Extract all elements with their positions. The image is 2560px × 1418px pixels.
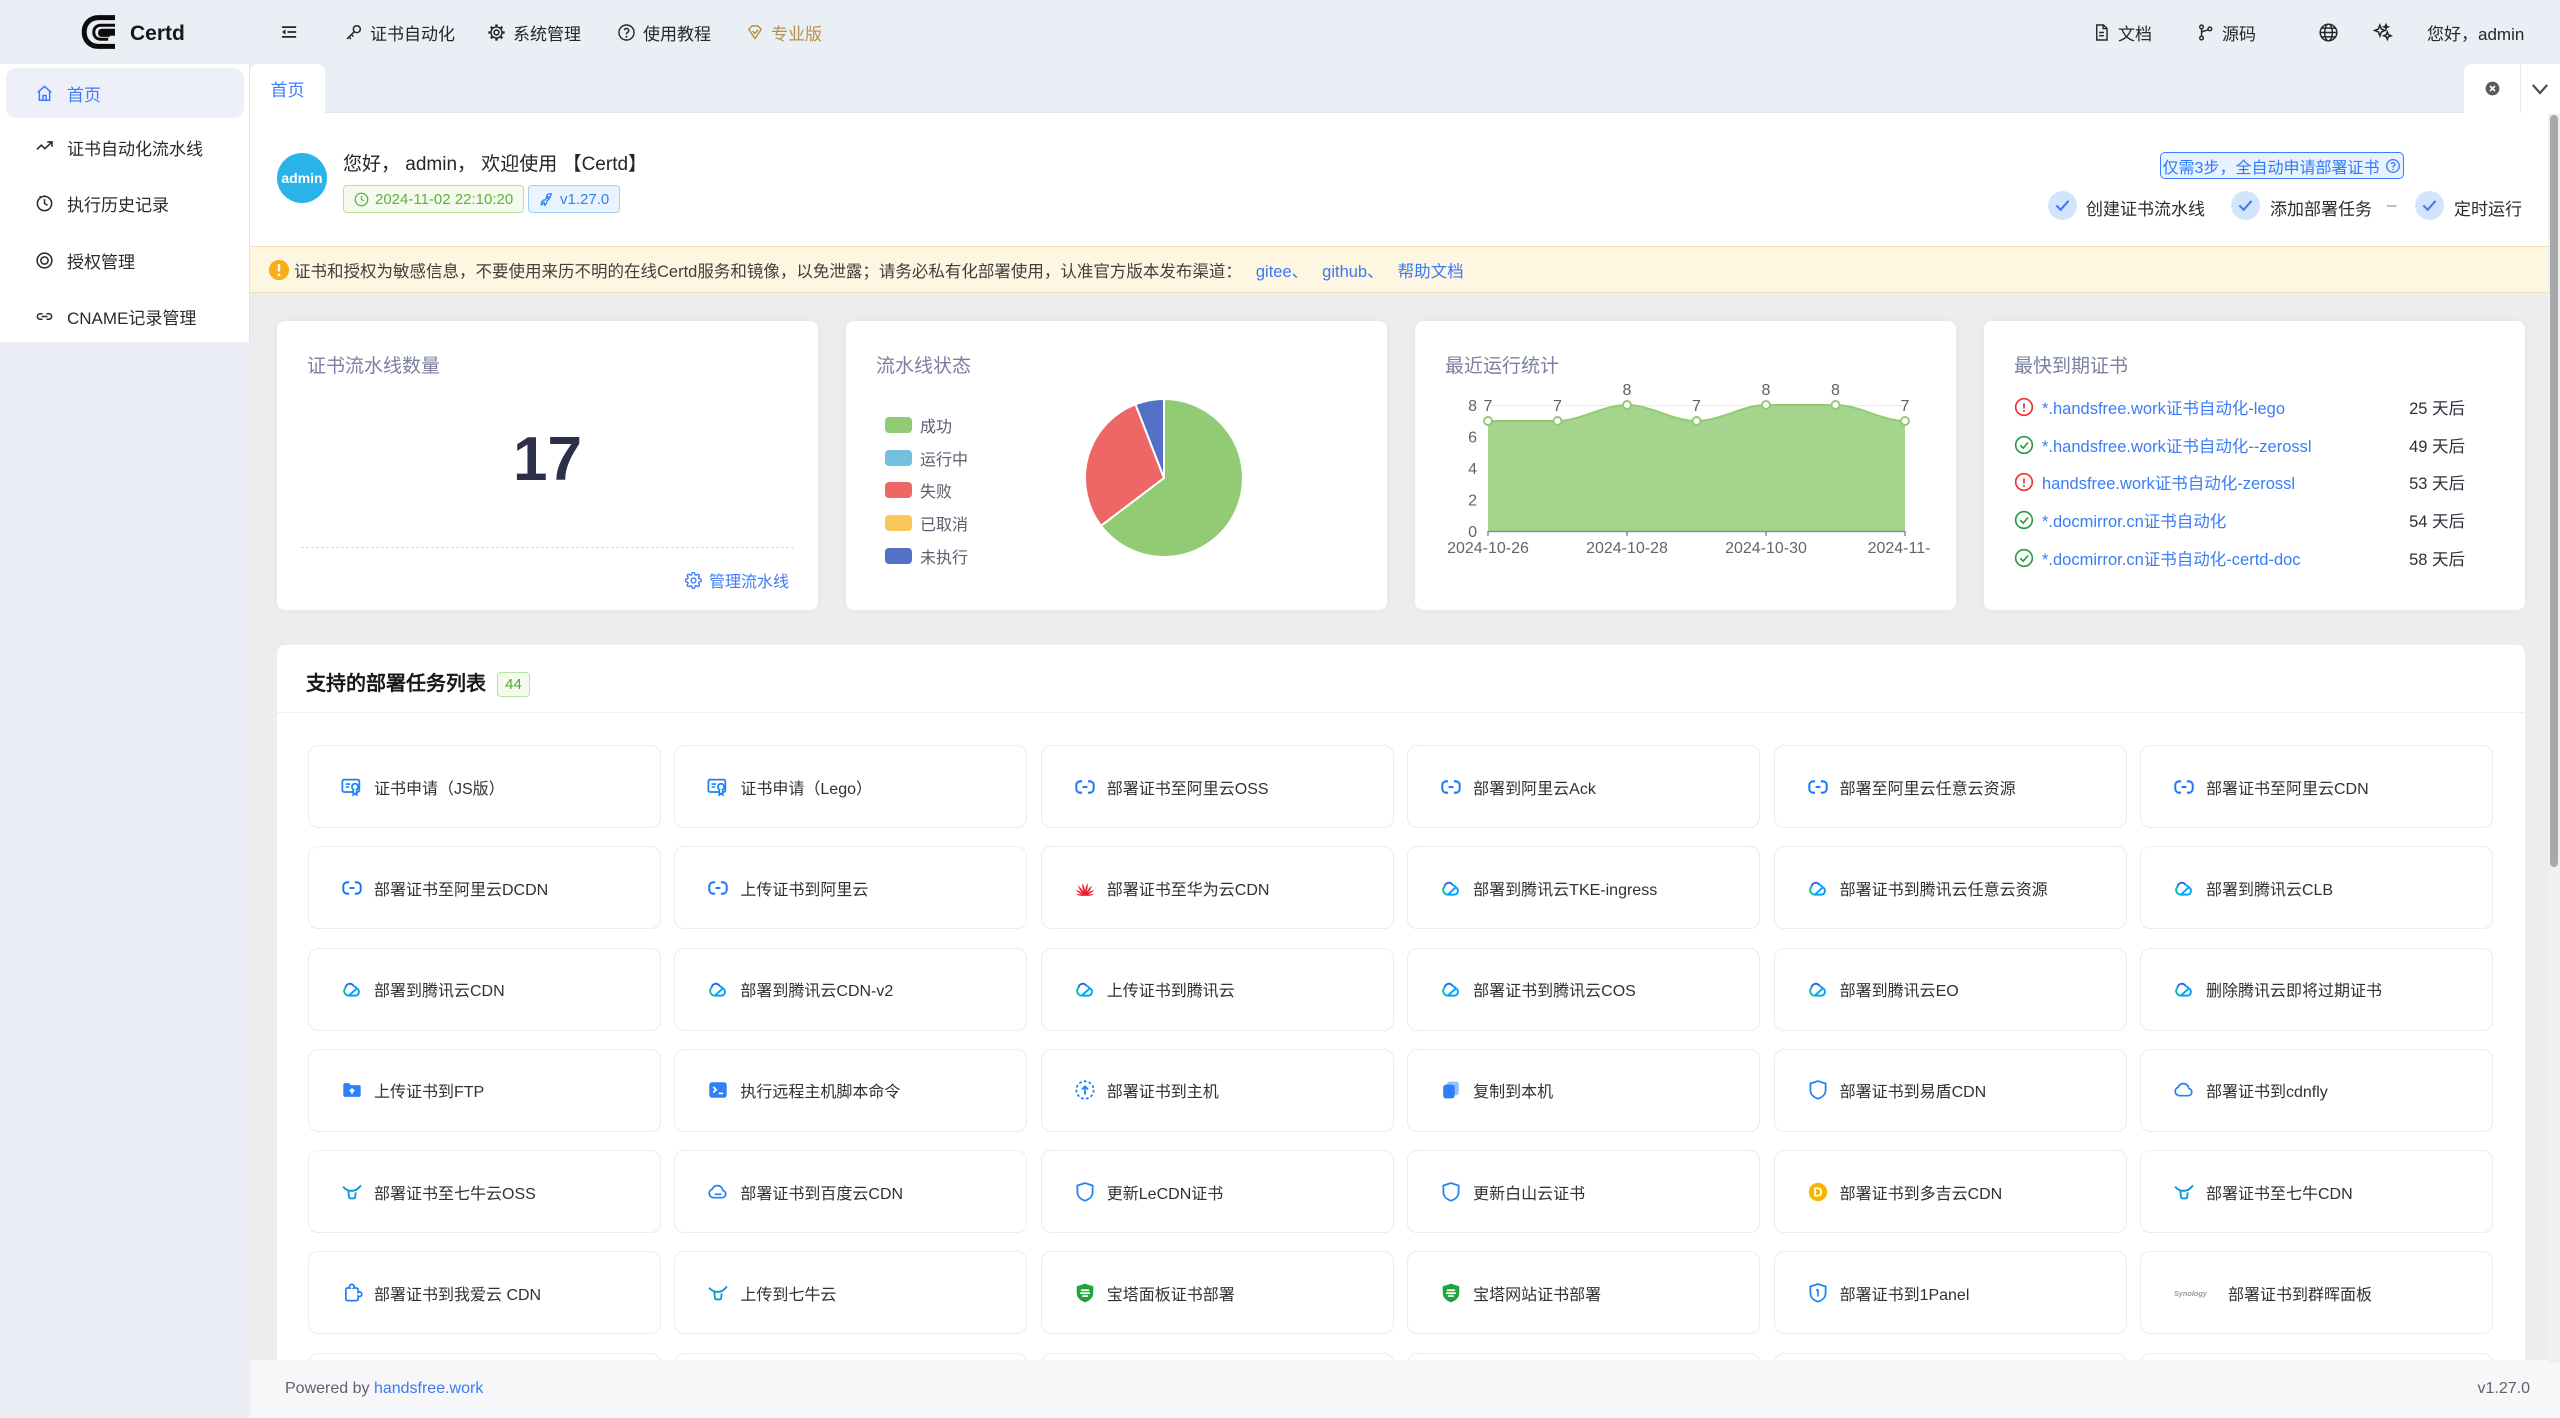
- svg-text:0: 0: [1468, 524, 1477, 541]
- svg-text:8: 8: [1623, 382, 1632, 399]
- svg-text:7: 7: [1484, 398, 1493, 415]
- svg-text:7: 7: [1901, 398, 1910, 415]
- svg-text:6: 6: [1468, 430, 1477, 447]
- svg-text:2: 2: [1468, 493, 1477, 510]
- svg-text:2024-10-28: 2024-10-28: [1586, 540, 1668, 557]
- svg-text:2024-10-26: 2024-10-26: [1447, 540, 1529, 557]
- svg-text:8: 8: [1468, 398, 1477, 415]
- svg-text:7: 7: [1553, 398, 1562, 415]
- svg-text:7: 7: [1692, 398, 1701, 415]
- svg-text:2024-11-: 2024-11-: [1868, 540, 1931, 557]
- svg-text:2024-10-30: 2024-10-30: [1725, 540, 1807, 557]
- svg-text:8: 8: [1831, 382, 1840, 399]
- svg-text:8: 8: [1762, 382, 1771, 399]
- svg-text:4: 4: [1468, 461, 1477, 478]
